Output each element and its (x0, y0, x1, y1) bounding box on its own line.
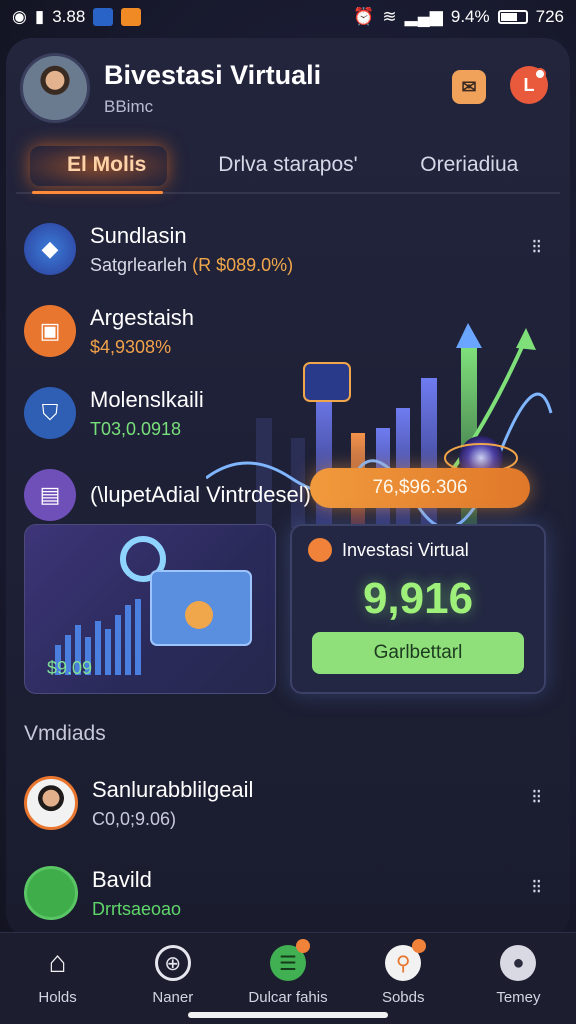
more-icon[interactable]: ⁝⁝ (531, 874, 542, 899)
tab-1-label: El Molis (66, 153, 147, 176)
chat-icon (308, 538, 332, 562)
card-value: $9.09 (47, 658, 93, 678)
nav-item-profile[interactable]: ● Temey (461, 933, 576, 1024)
status-time-right: 726 (535, 7, 564, 26)
status-bar: ◉ ▮ 3.88 ⏰ ≋ ▂▄▆ 9.4% 726 (0, 0, 576, 34)
tab-2-label: Drlva starapos' (218, 153, 358, 176)
mail-icon[interactable]: ✉ (452, 70, 486, 104)
person-text: Sanlurabblilgeail C0,0;9.06) (92, 777, 253, 830)
status-right: ⏰ ≋ ▂▄▆ 9.4% 726 (353, 7, 564, 27)
people-list: Sanlurabblilgeail C0,0;9.06) ⁝⁝ Bavild D… (24, 758, 544, 938)
globe-icon: ⊕ (154, 945, 191, 981)
header-text: Bivestasi Virtuali BBimc (104, 60, 321, 117)
signal-icon: ▂▄▆ (404, 7, 443, 26)
portfolio-chart-card[interactable]: $9.09 (24, 524, 276, 694)
app-notification-icon (93, 8, 114, 26)
person-value: Drrtsaeoao (92, 898, 182, 919)
alarm-icon: ⏰ (353, 7, 375, 26)
nav-label: Holds (38, 989, 77, 1006)
shield-icon: ⛉ (24, 387, 76, 439)
person-name: Sanlurabblilgeail (92, 776, 254, 802)
avatar (24, 866, 78, 920)
asset-name: Sundlasin (90, 222, 187, 248)
main-panel: Bivestasi Virtuali BBimc ✉ L El Molis Dr… (6, 38, 570, 938)
asset-text: Argestaish $4,9308% (90, 305, 194, 358)
nav-item-home[interactable]: ⌂ Holds (0, 933, 115, 1024)
status-time-left: 3.88 (52, 7, 86, 26)
app-subtitle: BBimc (104, 96, 154, 116)
highlight-value-pill[interactable]: 76,$96.306 (310, 468, 530, 508)
asset-value: $4,9308% (90, 336, 172, 357)
app-header: Bivestasi Virtuali BBimc ✉ L (20, 52, 556, 124)
asset-row[interactable]: ▣ Argestaish $4,9308% (24, 290, 544, 372)
asset-text: (\lupetAdial Vintrdesel) (90, 482, 311, 508)
nav-item-search[interactable]: ⚲ Sobds (346, 933, 461, 1024)
home-indicator[interactable] (188, 1012, 388, 1018)
tab-1[interactable]: El Molis (16, 138, 197, 194)
wallet-icon: ▤ (24, 469, 76, 521)
person-name: Bavild (92, 866, 152, 892)
tab-3-label: Oreriadiua (420, 153, 519, 176)
card-amount: 9,916 (362, 574, 474, 623)
nav-badge (411, 939, 426, 953)
asset-text: Molenslkaili T03,0.0918 (90, 387, 204, 440)
app-title: Bivestasi Virtuali (104, 59, 322, 90)
person-text: Bavild Drrtsaeoao (92, 867, 181, 920)
asset-value: T03,0.0918 (90, 418, 182, 439)
nav-label: Sobds (381, 989, 425, 1006)
battery-percent: 9.4% (450, 7, 490, 26)
asset-name: Molenslkaili (90, 386, 204, 412)
asset-row[interactable]: ◆ Sundlasin Satgrlearleh (R $089.0%) ⁝⁝ (24, 208, 544, 290)
nav-label: Temey (496, 989, 541, 1006)
asset-name: Argestaish (90, 304, 194, 330)
asset-value-accent: (R $089.0%) (192, 254, 294, 275)
asset-text: Sundlasin Satgrlearleh (R $089.0%) (90, 223, 293, 276)
more-icon[interactable]: ⁝⁝ (531, 784, 542, 809)
leaf-icon: ◆ (24, 223, 76, 275)
camera-icon: ▣ (24, 305, 76, 357)
tab-2[interactable]: Drlva starapos' (197, 138, 378, 192)
nav-label: Dulcar fahis (248, 989, 328, 1006)
section-title: Vmdiads (24, 722, 106, 745)
avatar (24, 776, 78, 830)
nav-item-list[interactable]: ☰ Dulcar fahis (230, 933, 345, 1024)
sim-icon: ▮ (34, 7, 45, 26)
wifi-icon: ≋ (382, 7, 397, 26)
asset-name: (\lupetAdial Vintrdesel) (90, 482, 311, 507)
play-store-icon (121, 8, 142, 26)
asset-value: Satgrlearleh (R $089.0%) (90, 255, 293, 276)
battery-icon (497, 10, 528, 24)
asset-value-text: Satgrlearleh (90, 254, 188, 275)
bottom-nav: ⌂ Holds ⊕ Naner ☰ Dulcar fahis ⚲ Sobds ●… (0, 932, 576, 1024)
list-item[interactable]: Sanlurabblilgeail C0,0;9.06) ⁝⁝ (24, 758, 544, 848)
more-icon[interactable]: ⁝⁝ (531, 234, 542, 259)
tab-bar: El Molis Drlva starapos' Oreriadiua (16, 138, 560, 194)
nav-item-globe[interactable]: ⊕ Naner (115, 933, 230, 1024)
tab-3[interactable]: Oreriadiua (379, 138, 560, 192)
notification-icon: ◉ (12, 7, 27, 26)
notification-bell-icon[interactable]: L (510, 66, 548, 104)
user-icon: ● (500, 945, 537, 981)
status-left: ◉ ▮ 3.88 (12, 7, 142, 27)
asset-row[interactable]: ⛉ Molenslkaili T03,0.0918 (24, 372, 544, 454)
person-value: C0,0;9.06) (92, 808, 177, 829)
nav-label: Naner (152, 989, 194, 1006)
coin-icon (185, 601, 213, 629)
home-icon: ⌂ (48, 946, 67, 979)
list-item[interactable]: Bavild Drrtsaeoao ⁝⁝ (24, 848, 544, 938)
card-action-button[interactable]: Garlbettarl (312, 632, 524, 674)
nav-badge (296, 939, 311, 953)
profile-avatar[interactable] (20, 53, 90, 123)
investment-summary-card: Investasi Virtual 9,916 Garlbettarl (290, 524, 546, 694)
card-title: Investasi Virtual (342, 540, 469, 560)
